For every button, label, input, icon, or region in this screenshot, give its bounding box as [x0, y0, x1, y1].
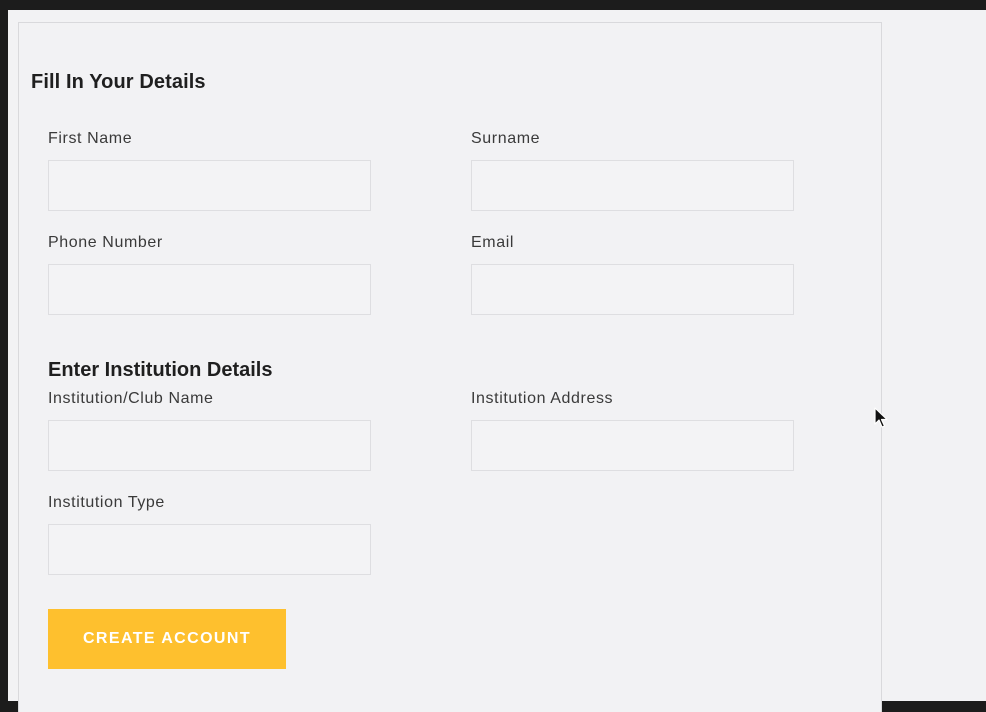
- surname-input[interactable]: [471, 160, 794, 211]
- mouse-pointer-icon: [874, 407, 888, 428]
- institution-address-input[interactable]: [471, 420, 794, 471]
- phone-number-input[interactable]: [48, 264, 371, 315]
- institution-name-input[interactable]: [48, 420, 371, 471]
- institution-type-label: Institution Type: [48, 494, 165, 511]
- phone-number-label: Phone Number: [48, 234, 163, 251]
- email-label: Email: [471, 234, 515, 251]
- first-name-input[interactable]: [48, 160, 371, 211]
- surname-label: Surname: [471, 130, 541, 147]
- email-input[interactable]: [471, 264, 794, 315]
- page-viewport: Fill In Your Details First Name Surname …: [8, 10, 986, 712]
- registration-form-card: Fill In Your Details First Name Surname …: [18, 22, 882, 712]
- institution-section-title: Enter Institution Details: [48, 359, 273, 381]
- create-account-button[interactable]: CREATE ACCOUNT: [48, 609, 286, 669]
- institution-address-label: Institution Address: [471, 390, 614, 407]
- form-title: Fill In Your Details: [31, 71, 206, 93]
- institution-name-label: Institution/Club Name: [48, 390, 214, 407]
- first-name-label: First Name: [48, 130, 133, 147]
- institution-type-input[interactable]: [48, 524, 371, 575]
